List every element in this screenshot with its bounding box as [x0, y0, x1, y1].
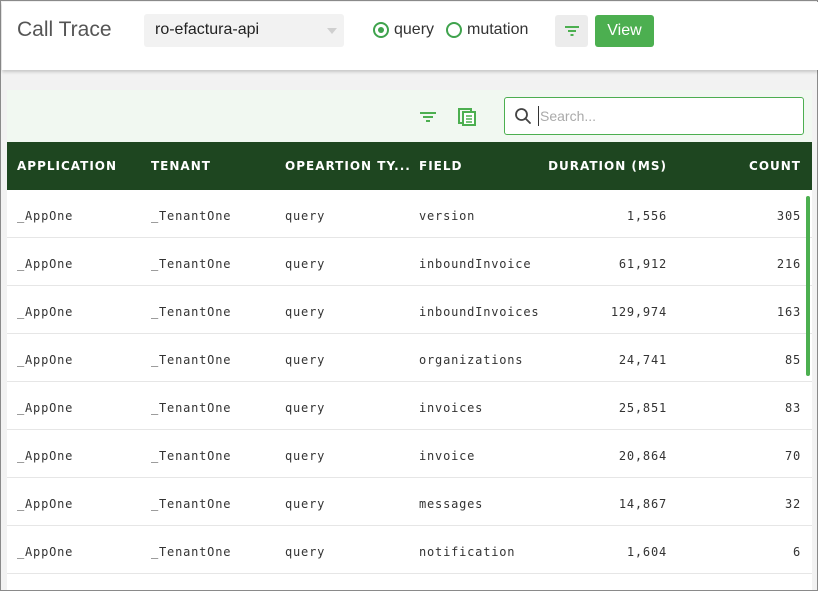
cell-field: organizations: [419, 353, 524, 367]
table-body: _AppOne _TenantOne query version 1,556 3…: [7, 190, 812, 590]
cell-application: _AppOne: [17, 209, 74, 223]
results-panel: APPLICATION TENANT OPEARTION TY... FIELD…: [7, 90, 812, 590]
cell-field: invoices: [419, 401, 484, 415]
cell-count: 70: [784, 449, 801, 463]
table-row[interactable]: _AppOne _TenantOne query notification 1,…: [7, 526, 812, 574]
cell-tenant: _TenantOne: [151, 545, 232, 559]
radio-query-label: query: [394, 21, 435, 38]
cell-operation: query: [285, 305, 326, 319]
cell-duration: 24,741: [618, 353, 667, 367]
cell-application: _AppOne: [17, 449, 74, 463]
search-icon: [515, 108, 531, 124]
api-select-value: ro-efactura-api: [155, 21, 260, 38]
cell-field: notification: [419, 545, 516, 559]
cell-operation: query: [285, 209, 326, 223]
column-header-field[interactable]: FIELD: [419, 159, 462, 173]
filter-icon: [420, 112, 436, 122]
cell-application: _AppOne: [17, 257, 74, 271]
cell-application: _AppOne: [17, 545, 74, 559]
cell-duration: 61,912: [618, 257, 667, 271]
cell-tenant: _TenantOne: [151, 209, 232, 223]
radio-query[interactable]: query: [373, 21, 434, 39]
cell-field: version: [419, 209, 476, 223]
cell-tenant: _TenantOne: [151, 449, 232, 463]
table-row[interactable]: _AppOne _TenantOne query version 1,556 3…: [7, 190, 812, 238]
columns-button[interactable]: [456, 106, 478, 128]
cell-count: 6: [792, 545, 801, 559]
cell-tenant: _TenantOne: [151, 401, 232, 415]
column-header-count[interactable]: COUNT: [707, 159, 801, 173]
cell-tenant: _TenantOne: [151, 353, 232, 367]
table-row[interactable]: _AppOne _TenantOne query organizations 2…: [7, 334, 812, 382]
page-title: Call Trace: [17, 18, 112, 41]
cell-count: 85: [784, 353, 801, 367]
cell-duration: 14,867: [618, 497, 667, 511]
cell-application: _AppOne: [17, 305, 74, 319]
radio-query-indicator[interactable]: [373, 22, 389, 38]
table-row[interactable]: _AppOne _TenantOne query invoices 25,851…: [7, 382, 812, 430]
cell-tenant: _TenantOne: [151, 497, 232, 511]
cell-operation: query: [285, 353, 326, 367]
table-row[interactable]: _AppOne _TenantOne query inboundInvoice …: [7, 238, 812, 286]
cell-field: messages: [419, 497, 484, 511]
cell-field: inboundInvoice: [419, 257, 532, 271]
filter-icon: [564, 26, 579, 36]
cell-count: 216: [776, 257, 801, 271]
table-row[interactable]: _AppOne _TenantOne query inboundInvoices…: [7, 286, 812, 334]
column-header-tenant[interactable]: TENANT: [151, 159, 211, 173]
cell-count: 32: [784, 497, 801, 511]
radio-mutation[interactable]: mutation: [446, 21, 528, 39]
table-toolbar: [7, 90, 812, 142]
scrollbar-thumb[interactable]: [806, 196, 810, 376]
filter-button[interactable]: [555, 15, 588, 47]
cell-tenant: _TenantOne: [151, 305, 232, 319]
cell-duration: 129,974: [610, 305, 667, 319]
cell-duration: 25,851: [618, 401, 667, 415]
cell-count: 83: [784, 401, 801, 415]
cell-field: inboundInvoices: [419, 305, 540, 319]
cell-operation: query: [285, 497, 326, 511]
app-frame: Call Trace ro-efactura-api query mutatio…: [0, 0, 818, 591]
cell-count: 305: [776, 209, 801, 223]
cell-operation: query: [285, 449, 326, 463]
table-filter-button[interactable]: [417, 106, 439, 128]
cell-application: _AppOne: [17, 401, 74, 415]
table-row[interactable]: _AppOne _TenantOne query invoice 20,864 …: [7, 430, 812, 478]
cell-duration: 1,556: [626, 209, 667, 223]
cell-tenant: _TenantOne: [151, 257, 232, 271]
cell-count: 163: [776, 305, 801, 319]
cell-application: _AppOne: [17, 497, 74, 511]
column-header-application[interactable]: APPLICATION: [17, 159, 117, 173]
radio-mutation-indicator[interactable]: [446, 22, 462, 38]
search-box[interactable]: [504, 97, 804, 135]
cell-operation: query: [285, 545, 326, 559]
column-header-duration[interactable]: DURATION (MS): [527, 159, 667, 173]
table-row[interactable]: _AppOne _TenantOne query messages 14,867…: [7, 478, 812, 526]
cell-operation: query: [285, 401, 326, 415]
view-button[interactable]: View: [595, 15, 654, 47]
cell-application: _AppOne: [17, 353, 74, 367]
search-input[interactable]: [538, 106, 793, 126]
column-header-operation-type[interactable]: OPEARTION TY...: [285, 159, 411, 173]
cell-duration: 1,604: [626, 545, 667, 559]
top-header: Call Trace ro-efactura-api query mutatio…: [2, 2, 818, 70]
columns-icon: [458, 108, 476, 126]
table-header: APPLICATION TENANT OPEARTION TY... FIELD…: [7, 142, 812, 190]
api-select[interactable]: ro-efactura-api: [144, 14, 344, 47]
cell-field: invoice: [419, 449, 476, 463]
chevron-down-icon: [327, 28, 337, 34]
cell-duration: 20,864: [618, 449, 667, 463]
cell-operation: query: [285, 257, 326, 271]
radio-mutation-label: mutation: [467, 21, 529, 38]
